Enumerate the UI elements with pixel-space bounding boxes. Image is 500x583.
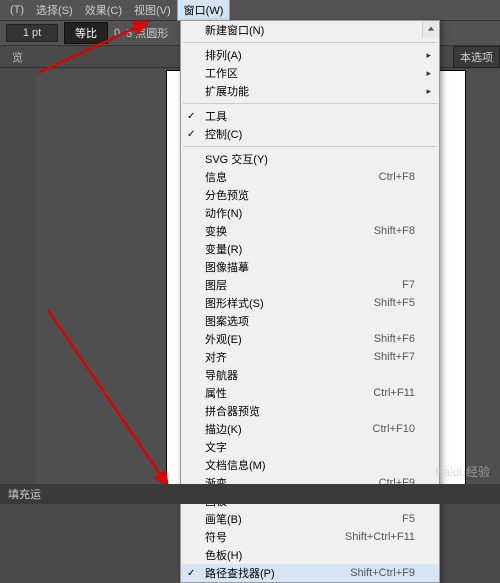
menu-item-label: 图层 <box>205 277 402 293</box>
menu-item-label: 图案选项 <box>205 313 415 329</box>
menu-item[interactable]: 图层F7 <box>181 276 439 294</box>
menu-item-shortcut: F5 <box>402 513 415 525</box>
menu-item[interactable]: 新建窗口(N) <box>181 21 439 39</box>
menu-item[interactable]: 文档信息(M) <box>181 456 439 474</box>
menu-item[interactable]: 外观(E)Shift+F6 <box>181 330 439 348</box>
menu-item-label: 符号 <box>205 529 345 545</box>
menu-item[interactable]: ✓ 工具 <box>181 107 439 125</box>
menu-item[interactable]: 描边(K)Ctrl+F10 <box>181 420 439 438</box>
menu-item-label: 拼合器预览 <box>205 403 415 419</box>
menu-item-label: 对齐 <box>205 349 374 365</box>
menu-item-shortcut: Shift+F5 <box>374 297 415 309</box>
menu-item[interactable]: 分色预览 <box>181 186 439 204</box>
menu-item-label: 外观(E) <box>205 331 374 347</box>
menu-item-label: 描边(K) <box>205 421 373 437</box>
menu-separator <box>183 146 437 147</box>
check-icon: ✓ <box>187 568 195 579</box>
menu-item[interactable]: 图形样式(S)Shift+F5 <box>181 294 439 312</box>
menu-item-shortcut: Shift+F7 <box>374 351 415 363</box>
menu-item-label: 工作区 <box>205 65 415 81</box>
menu-item-label: 文档信息(M) <box>205 457 415 473</box>
menu-0[interactable]: (T) <box>4 2 30 18</box>
menu-item[interactable]: 色板(H) <box>181 546 439 564</box>
menu-item-shortcut: Shift+F8 <box>374 225 415 237</box>
menu-item[interactable]: ✓ 控制(C) <box>181 125 439 143</box>
shape-tool-label: 5 点圆形 <box>126 25 168 41</box>
status-bar: 填充运 <box>0 484 500 504</box>
menu-item[interactable]: 文字 <box>181 438 439 456</box>
menu-item-label: 动作(N) <box>205 205 415 221</box>
menu-item-shortcut: Ctrl+F10 <box>373 423 416 435</box>
menu-item-label: 画笔(B) <box>205 511 402 527</box>
menu-separator <box>183 103 437 104</box>
menu-item-shortcut: Shift+F6 <box>374 333 415 345</box>
menu-item[interactable]: 变量(R) <box>181 240 439 258</box>
menu-item[interactable]: SVG 交互(Y) <box>181 150 439 168</box>
stroke-weight-combo[interactable]: 1 pt <box>6 24 58 42</box>
menu-item-label: 分色预览 <box>205 187 415 203</box>
menu-item-label: 新建窗口(N) <box>205 22 415 38</box>
menu-item-label: 变量(R) <box>205 241 415 257</box>
menu-item[interactable]: 信息Ctrl+F8 <box>181 168 439 186</box>
menu-item-label: 控制(C) <box>205 126 415 142</box>
menu-item[interactable]: 动作(N) <box>181 204 439 222</box>
menu-item-shortcut: Ctrl+F8 <box>379 171 415 183</box>
menu-item[interactable]: 排列(A) <box>181 46 439 64</box>
status-text: 填充运 <box>8 486 41 502</box>
menu-item-label: 导航器 <box>205 367 415 383</box>
scale-mode-label[interactable]: 等比 <box>64 22 108 44</box>
menu-item-label: 色板(H) <box>205 547 415 563</box>
menu-item-label: 信息 <box>205 169 379 185</box>
menu-item-label: 变换 <box>205 223 374 239</box>
menu-item-label: 扩展功能 <box>205 83 415 99</box>
menu-3[interactable]: 视图(V) <box>128 0 177 20</box>
check-icon: ✓ <box>187 129 195 140</box>
menu-item-shortcut: Shift+Ctrl+F9 <box>350 567 415 579</box>
menu-item[interactable]: ✓ 路径查找器(P)Shift+Ctrl+F9 <box>181 564 439 582</box>
menu-item[interactable]: 对齐Shift+F7 <box>181 348 439 366</box>
menu-item-label: 属性 <box>205 385 373 401</box>
menu-item-shortcut: Ctrl+F11 <box>373 387 415 399</box>
menu-item[interactable]: 变换Shift+F8 <box>181 222 439 240</box>
menu-item[interactable]: 符号Shift+Ctrl+F11 <box>181 528 439 546</box>
menu-item[interactable]: 工作区 <box>181 64 439 82</box>
right-panel-tag[interactable]: 本选项 <box>453 46 500 68</box>
menu-item[interactable]: 画笔(B)F5 <box>181 510 439 528</box>
watermark: Baidu经验 <box>435 463 490 480</box>
menu-item-shortcut: Shift+Ctrl+F11 <box>345 531 415 543</box>
menu-separator <box>183 42 437 43</box>
menu-item-shortcut: F7 <box>402 279 415 291</box>
menu-2[interactable]: 效果(C) <box>79 0 128 20</box>
menu-item-label: 图形样式(S) <box>205 295 374 311</box>
menu-4[interactable]: 窗口(W) <box>177 0 231 21</box>
menu-item-label: 路径查找器(P) <box>205 565 350 581</box>
shape-opacity-value: 0 <box>114 27 120 39</box>
menu-item-label: 图像描摹 <box>205 259 415 275</box>
menu-item[interactable]: 导航器 <box>181 366 439 384</box>
menu-item-label: SVG 交互(Y) <box>205 151 415 167</box>
menu-item-label: 文字 <box>205 439 415 455</box>
menu-item-label: 排列(A) <box>205 47 415 63</box>
menu-item[interactable]: 扩展功能 <box>181 82 439 100</box>
menu-bar: (T)选择(S)效果(C)视图(V)窗口(W) <box>0 0 500 20</box>
menu-1[interactable]: 选择(S) <box>30 0 79 20</box>
menu-item[interactable]: 属性Ctrl+F11 <box>181 384 439 402</box>
menu-item[interactable]: 拼合器预览 <box>181 402 439 420</box>
menu-item-label: 工具 <box>205 108 415 124</box>
document-tab[interactable]: 览 <box>6 47 29 67</box>
menu-item[interactable]: 图像描摹 <box>181 258 439 276</box>
menu-item[interactable]: 图案选项 <box>181 312 439 330</box>
check-icon: ✓ <box>187 111 195 122</box>
